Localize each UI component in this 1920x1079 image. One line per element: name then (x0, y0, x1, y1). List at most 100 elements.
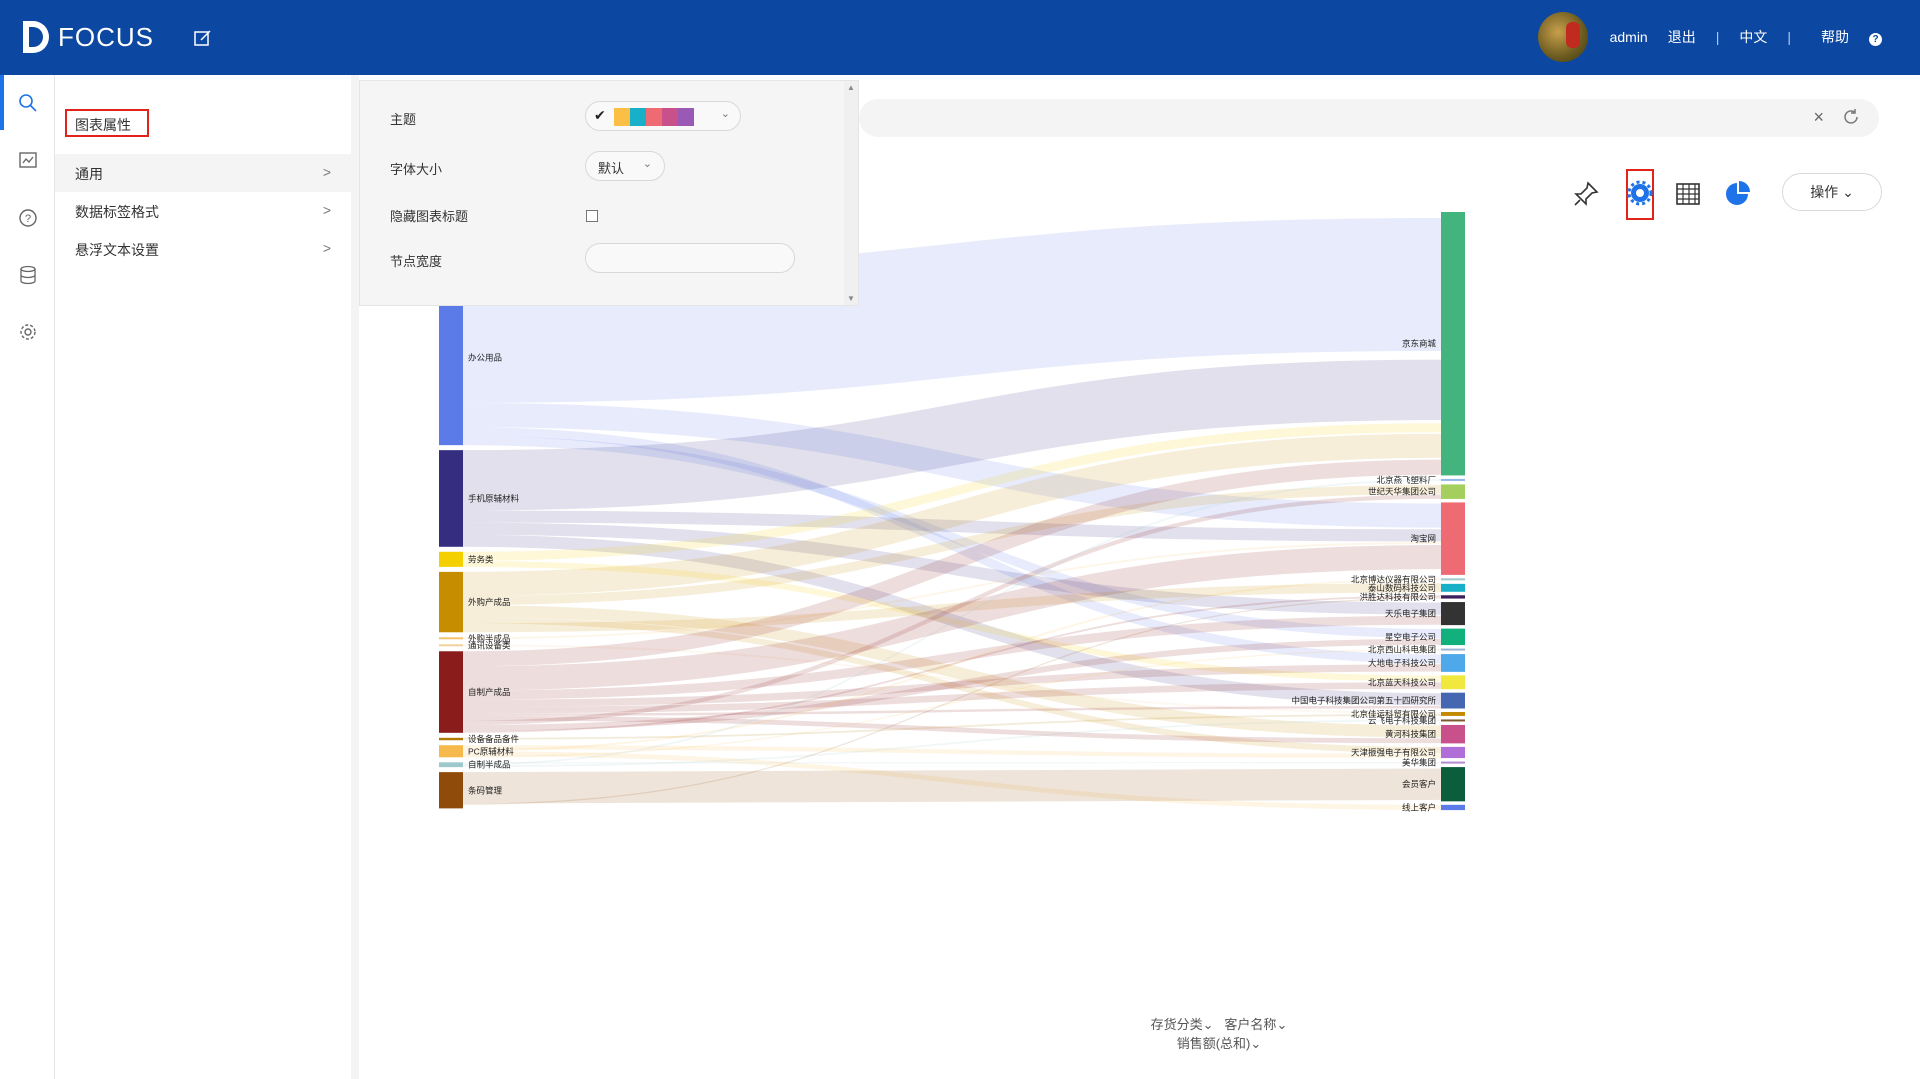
font-size-select[interactable]: 默认 ⌄ (585, 151, 665, 181)
sankey-node[interactable] (439, 551, 463, 567)
field-label: 销售额(总和) (1176, 1036, 1251, 1051)
help-link[interactable]: 帮助? (1811, 27, 1892, 47)
sankey-node[interactable] (1441, 724, 1465, 744)
settings-icon[interactable] (17, 321, 39, 343)
menu-label: 通用 (75, 166, 103, 182)
sankey-node[interactable] (439, 772, 463, 809)
logo[interactable]: FOCUS (20, 18, 154, 56)
menu-hover-text[interactable]: 悬浮文本设置 > (55, 230, 351, 268)
field-category[interactable]: 存货分类⌄ (1151, 1017, 1214, 1032)
menu-data-label-format[interactable]: 数据标签格式 > (55, 192, 351, 230)
sankey-node[interactable] (439, 644, 463, 647)
board-icon[interactable] (17, 150, 39, 172)
sankey-node-label: 云飞电子科技集团 (1368, 715, 1436, 725)
sankey-node[interactable] (1441, 767, 1465, 802)
sankey-node-label: 星空电子公司 (1385, 632, 1436, 642)
help-icon: ? (1869, 33, 1882, 46)
sankey-node[interactable] (1441, 675, 1465, 690)
sankey-node[interactable] (439, 745, 463, 758)
sankey-node[interactable] (439, 637, 463, 640)
field-label: 存货分类 (1150, 1017, 1203, 1032)
sankey-node[interactable] (1441, 804, 1465, 811)
sankey-node-label: 天津振强电子有限公司 (1351, 747, 1436, 757)
sankey-node[interactable] (1441, 583, 1465, 592)
scroll-down-icon[interactable]: ▼ (847, 294, 855, 303)
sankey-node[interactable] (439, 762, 463, 768)
help-label: 帮助 (1821, 29, 1849, 45)
sankey-node[interactable] (1441, 595, 1465, 599)
sankey-link[interactable] (462, 768, 1442, 804)
sankey-node[interactable] (1441, 602, 1465, 626)
chevron-right-icon: > (322, 202, 331, 218)
sankey-node[interactable] (1441, 654, 1465, 672)
sankey-node[interactable] (439, 450, 463, 547)
search-icon[interactable] (17, 92, 39, 114)
sankey-node-label: 中国电子科技集团公司第五十四研究所 (1291, 696, 1436, 706)
sankey-node[interactable] (1441, 719, 1465, 722)
avatar[interactable] (1537, 12, 1588, 62)
logout-link[interactable]: 退出 (1668, 27, 1696, 47)
sankey-node[interactable] (1441, 648, 1465, 651)
theme-select[interactable]: ✔ ⌄ (585, 101, 741, 131)
logo-text: FOCUS (58, 21, 154, 52)
edit-icon[interactable] (193, 28, 213, 48)
chart-properties-panel: 图表属性 通用 > 数据标签格式 > 悬浮文本设置 > (55, 75, 351, 1079)
sankey-node-label: 天乐电子集团 (1385, 609, 1436, 619)
sankey-node-label: 京东商城 (1402, 339, 1437, 349)
sankey-node-label: 淘宝网 (1410, 534, 1436, 544)
language-link[interactable]: 中文 (1739, 27, 1767, 47)
sankey-node-label: 北京燕飞塑料厂 (1376, 475, 1436, 485)
sankey-node[interactable] (1441, 628, 1465, 646)
sankey-node-label: 自制半成品 (468, 760, 511, 770)
node-width-input[interactable] (585, 243, 795, 273)
sankey-node[interactable] (1441, 478, 1465, 481)
hide-title-label: 隐藏图表标题 (390, 209, 469, 224)
panel-title: 图表属性 (65, 109, 149, 137)
sankey-node-label: 办公用品 (468, 353, 502, 363)
chevron-right-icon: > (322, 240, 331, 256)
properties-popover: 主题 ✔ ⌄ 字体大小 默认 ⌄ 隐藏图表标题 节点宽度 ▲ ▼ (359, 80, 859, 306)
sankey-node-label: 大地电子科技公司 (1368, 658, 1436, 668)
scroll-up-icon[interactable]: ▲ (847, 83, 855, 92)
sankey-node-label: PC原辅材料 (468, 746, 514, 756)
nav-active-indicator (0, 75, 4, 130)
sankey-node[interactable] (439, 651, 463, 733)
field-measure[interactable]: 销售额(总和)⌄ (1177, 1036, 1262, 1051)
font-size-value: 默认 (598, 161, 625, 176)
sankey-node-label: 通讯设备类 (468, 640, 511, 650)
sankey-node[interactable] (1441, 578, 1465, 581)
svg-text:?: ? (25, 213, 31, 225)
check-icon: ✔ (594, 107, 606, 123)
sankey-node-label: 劳务类 (468, 554, 494, 564)
font-size-label: 字体大小 (390, 162, 443, 177)
question-icon[interactable]: ? (17, 207, 39, 229)
sankey-node[interactable] (1441, 692, 1465, 709)
database-icon[interactable] (17, 264, 39, 286)
theme-swatch (678, 108, 694, 126)
sankey-node[interactable] (1441, 502, 1465, 575)
menu-general[interactable]: 通用 > (55, 154, 351, 192)
sankey-node[interactable] (1441, 212, 1465, 476)
sankey-node-label: 会员客户 (1402, 779, 1436, 789)
chart-fields: 存货分类⌄ 客户名称⌄ 销售额(总和)⌄ (1059, 1015, 1379, 1053)
theme-label: 主题 (390, 112, 417, 127)
sankey-node[interactable] (1441, 746, 1465, 759)
sankey-node[interactable] (1441, 711, 1465, 716)
sankey-node-label: 美华集团 (1402, 758, 1436, 768)
field-customer[interactable]: 客户名称⌄ (1224, 1017, 1287, 1032)
username[interactable]: admin (1610, 29, 1648, 45)
sankey-node[interactable] (1441, 484, 1465, 499)
theme-swatch (646, 108, 662, 126)
node-width-label: 节点宽度 (390, 254, 443, 269)
divider: | (1787, 29, 1791, 45)
top-bar: FOCUS admin 退出 | 中文 | 帮助? (0, 0, 1920, 75)
sankey-node[interactable] (439, 571, 463, 633)
theme-swatches (614, 108, 694, 126)
sankey-node[interactable] (1441, 761, 1465, 764)
sankey-node[interactable] (439, 737, 463, 741)
sankey-node-label: 条码管理 (468, 785, 503, 795)
scrollbar[interactable]: ▲ ▼ (844, 81, 858, 305)
sankey-node-label: 黄河科技集团 (1385, 729, 1436, 739)
hide-title-checkbox[interactable] (586, 210, 598, 222)
theme-swatch (662, 108, 678, 126)
